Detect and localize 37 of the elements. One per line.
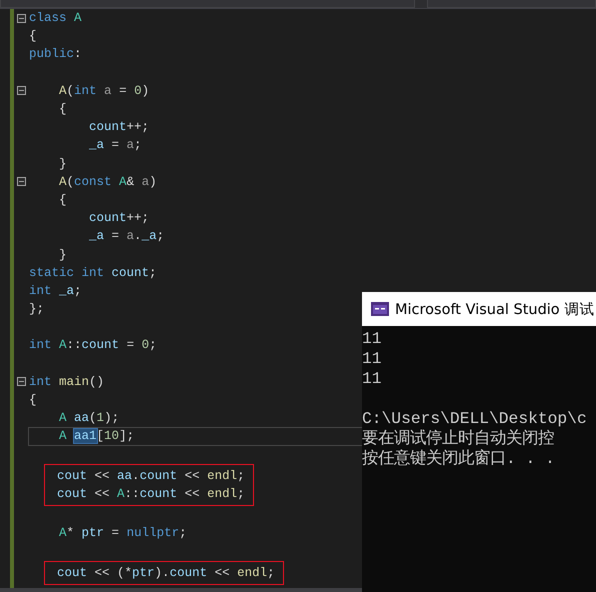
code-line: A aa(1);: [58, 411, 120, 426]
code-line: }: [58, 156, 67, 171]
code-line: _a = a;: [88, 138, 142, 152]
code-line: cout << aa.count << endl;: [57, 468, 245, 483]
code-line: {: [58, 192, 67, 207]
console-output-line: 11: [362, 369, 383, 389]
code-line: };: [29, 302, 44, 316]
code-line: int _a;: [29, 284, 82, 298]
console-message-line: 按任意键关闭此窗口. . .: [362, 449, 556, 469]
collapse-icon[interactable]: [16, 177, 26, 186]
collapse-icon[interactable]: [16, 377, 26, 386]
console-icon: [371, 302, 389, 316]
collapse-icon[interactable]: [16, 86, 26, 96]
code-line: A(int a = 0): [58, 84, 150, 98]
code-line: int main(): [29, 374, 104, 389]
code-line: }: [58, 248, 67, 262]
console-output-line: 11: [362, 349, 383, 369]
code-line: cout << A::count << endl;: [57, 486, 245, 501]
code-line: _a = a._a;: [88, 229, 164, 244]
code-line: count++;: [88, 211, 150, 226]
code-line: A(const A& a): [58, 174, 157, 189]
collapse-icon[interactable]: [16, 14, 26, 23]
code-line: static int count;: [29, 266, 157, 280]
code-line: {: [29, 393, 37, 408]
code-line: public:: [29, 47, 82, 62]
code-line: int A::count = 0;: [29, 338, 157, 352]
code-line: A aa1[10];: [58, 429, 134, 444]
code-line: class A: [29, 11, 82, 26]
console-message-line: C:\Users\DELL\Desktop\c: [362, 409, 588, 429]
console-output-line: 11: [362, 329, 383, 349]
code-line: count++;: [88, 120, 150, 134]
code-line: {: [58, 102, 67, 116]
code-line: cout << (*ptr).count << endl;: [57, 566, 275, 580]
console-message-line: 要在调试停止时自动关闭控: [362, 429, 555, 449]
code-line: {: [29, 29, 37, 44]
code-line: A* ptr = nullptr;: [58, 526, 187, 540]
console-title: Microsoft Visual Studio 调试: [395, 300, 594, 318]
